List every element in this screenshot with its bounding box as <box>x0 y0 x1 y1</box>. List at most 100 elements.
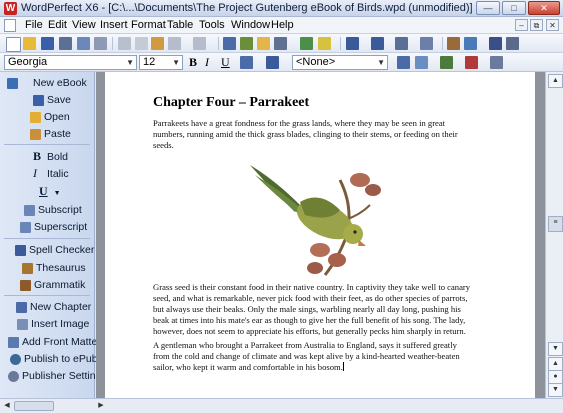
sidebar-item-publish-epub[interactable]: Publish to ePub <box>10 352 98 367</box>
doc-close-icon[interactable]: ✕ <box>546 19 559 31</box>
italic-button[interactable]: I <box>205 56 209 69</box>
menu-file[interactable]: File <box>25 19 43 31</box>
copy-icon[interactable] <box>135 37 148 50</box>
open-folder-icon[interactable] <box>23 37 36 50</box>
sidebar-item-open[interactable]: Open <box>30 110 70 125</box>
line-icon[interactable] <box>274 37 287 50</box>
vertical-scrollbar[interactable]: ▲ ≡ ▼ ▲ ● ▼ <box>545 72 563 398</box>
scroll-down-icon[interactable]: ▼ <box>548 342 563 356</box>
sidebar-item-save[interactable]: Save <box>33 93 71 108</box>
previous-page-icon[interactable]: ▲ <box>548 357 563 371</box>
text-line: numbers, running amid the thick grass bl… <box>153 129 458 139</box>
new-document-icon[interactable] <box>6 37 21 52</box>
bullets-icon[interactable] <box>371 37 384 50</box>
menu-tools[interactable]: Tools <box>199 19 225 31</box>
font-size-dropdown[interactable]: 12 ▼ <box>139 55 183 70</box>
redo-icon[interactable] <box>193 37 206 50</box>
menu-help[interactable]: Help <box>271 19 294 31</box>
document-icon[interactable] <box>4 19 16 32</box>
table-icon[interactable] <box>420 37 433 50</box>
style-dropdown[interactable]: <None> ▼ <box>292 55 388 70</box>
maximize-icon[interactable]: □ <box>502 1 526 15</box>
sidebar-item-thesaurus[interactable]: Thesaurus <box>22 261 86 276</box>
next-page-icon[interactable]: ▼ <box>548 383 563 397</box>
underline-icon: U <box>39 184 48 198</box>
sidebar-item-label: Open <box>44 111 70 123</box>
toolbar-separator <box>218 37 219 50</box>
pen-icon[interactable] <box>318 37 331 50</box>
sidebar-item-label: Paste <box>44 128 71 140</box>
doc-minimize-icon[interactable]: – <box>515 19 528 31</box>
browse-by-icon[interactable]: ● <box>548 370 563 384</box>
fax-icon[interactable] <box>94 37 107 50</box>
parrakeet-illustration[interactable] <box>245 160 390 278</box>
text-line: seeds. <box>153 140 174 150</box>
scroll-left-icon[interactable]: ◀ <box>2 401 12 411</box>
menu-edit[interactable]: Edit <box>48 19 67 31</box>
close-icon[interactable]: ✕ <box>528 1 560 15</box>
shapes-icon[interactable] <box>240 37 253 50</box>
font-color-icon[interactable] <box>266 56 279 69</box>
columns-icon[interactable] <box>395 37 408 50</box>
scroll-up-icon[interactable]: ▲ <box>548 74 563 88</box>
menu-view[interactable]: View <box>72 19 96 31</box>
cut-icon[interactable] <box>118 37 131 50</box>
spell-check-icon[interactable] <box>440 56 453 69</box>
wordperfect-app-icon[interactable]: W <box>4 2 17 15</box>
spell-icon[interactable] <box>415 56 428 69</box>
symbols-icon[interactable] <box>489 37 502 50</box>
horizontal-scrollbar[interactable]: ◀ ▶ <box>0 398 563 413</box>
reveal-codes-icon[interactable] <box>506 37 519 50</box>
scroll-right-icon[interactable]: ▶ <box>96 401 106 411</box>
sidebar-item-underline[interactable]: U ▼ <box>39 184 61 199</box>
menu-table[interactable]: Table <box>167 19 193 31</box>
justification-icon[interactable] <box>240 56 253 69</box>
doc-restore-icon[interactable]: ⧉ <box>530 19 543 31</box>
paste-icon <box>30 129 41 140</box>
sidebar-item-add-front-matter[interactable]: Add Front Matter <box>8 335 101 350</box>
menu-window[interactable]: Window <box>231 19 270 31</box>
toolbar-separator <box>340 37 341 50</box>
horizontal-scroll-thumb[interactable] <box>14 401 54 411</box>
highlight-icon[interactable] <box>300 37 313 50</box>
underline-button[interactable]: U <box>221 56 230 69</box>
superscript-icon <box>20 222 31 233</box>
chevron-down-icon: ▼ <box>377 58 385 67</box>
sidebar-item-superscript[interactable]: Superscript <box>20 220 87 235</box>
sidebar-item-new-chapter[interactable]: New Chapter <box>16 300 91 315</box>
text-cursor <box>342 362 344 371</box>
textbox-icon[interactable] <box>257 37 270 50</box>
fill-color-icon[interactable] <box>465 56 478 69</box>
ebook-sidebar: New eBook Save Open Paste B Bold I Itali… <box>0 72 107 398</box>
sidebar-item-insert-image[interactable]: Insert Image <box>17 317 89 332</box>
print-icon[interactable] <box>59 37 72 50</box>
menu-format[interactable]: Format <box>131 19 166 31</box>
font-name-dropdown[interactable]: Georgia ▼ <box>4 55 137 70</box>
image-icon[interactable] <box>447 37 460 50</box>
numbering-icon[interactable] <box>346 37 359 50</box>
paste-icon[interactable] <box>151 37 164 50</box>
minimize-icon[interactable]: — <box>476 1 500 15</box>
text-line: sailor, who kept it warm and comfortable… <box>153 362 460 373</box>
sidebar-item-paste[interactable]: Paste <box>30 127 71 142</box>
undo-icon[interactable] <box>168 37 181 50</box>
bold-button[interactable]: B <box>189 56 197 69</box>
menu-insert[interactable]: Insert <box>100 19 128 31</box>
sidebar-item-new-ebook[interactable]: New eBook <box>7 76 87 91</box>
outline-icon[interactable] <box>490 56 503 69</box>
sidebar-item-bold[interactable]: B Bold <box>33 150 68 165</box>
sidebar-item-subscript[interactable]: Subscript <box>24 203 82 218</box>
text-line: from the cold and change of climate and … <box>153 351 460 361</box>
sidebar-item-label: Subscript <box>38 204 82 216</box>
sidebar-item-spell-checker[interactable]: Spell Checker <box>15 243 94 258</box>
scroll-thumb[interactable]: ≡ <box>548 216 563 232</box>
draw-icon[interactable] <box>223 37 236 50</box>
save-icon[interactable] <box>41 37 54 50</box>
sidebar-item-label: Thesaurus <box>36 262 86 274</box>
sidebar-item-italic[interactable]: I Italic <box>33 167 69 182</box>
prompt-as-you-go-icon[interactable] <box>397 56 410 69</box>
print-preview-icon[interactable] <box>77 37 90 50</box>
zoom-icon[interactable] <box>464 37 477 50</box>
sidebar-item-grammatik[interactable]: Grammatik <box>20 278 85 293</box>
sidebar-item-publisher-settings[interactable]: Publisher Settings <box>8 369 107 384</box>
